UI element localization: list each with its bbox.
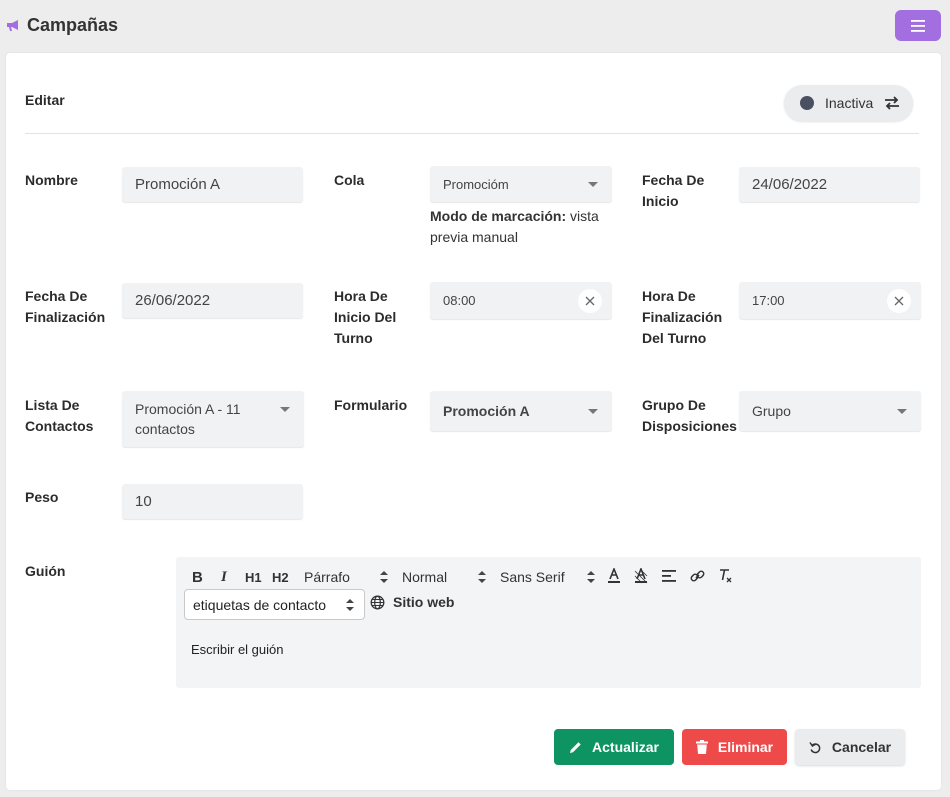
lista-contactos-value: Promoción A - 11 contactos — [135, 401, 241, 437]
clear-format-icon[interactable] — [718, 568, 733, 584]
hora-fin-input[interactable]: 17:00 — [739, 282, 921, 319]
grupo-disposiciones-select[interactable]: Grupo — [739, 391, 921, 431]
nombre-label: Nombre — [25, 172, 78, 188]
update-button[interactable]: Actualizar — [554, 729, 674, 765]
status-toggle[interactable]: Inactiva — [784, 85, 913, 121]
fecha-inicio-label: Fecha De Inicio — [642, 172, 705, 209]
size-select[interactable]: Normal — [402, 569, 486, 585]
pencil-icon — [570, 741, 581, 753]
trash-icon — [695, 740, 708, 754]
fecha-inicio-input[interactable]: 24/06/2022 — [739, 167, 920, 202]
close-icon — [894, 296, 904, 305]
fecha-fin-input[interactable]: 26/06/2022 — [122, 283, 303, 318]
size-select-value: Normal — [402, 569, 448, 585]
link-icon[interactable] — [690, 569, 705, 584]
chevron-down-icon — [588, 182, 598, 187]
chevron-down-icon — [897, 409, 907, 414]
delete-button-label: Eliminar — [717, 739, 774, 755]
fecha-fin-label: Fecha De Finalización — [25, 288, 106, 325]
hora-inicio-input[interactable]: 08:00 — [430, 282, 612, 319]
top-bar: Campañas — [0, 0, 950, 52]
contact-tags-select[interactable]: etiquetas de contacto — [184, 589, 365, 620]
text-color-icon[interactable] — [607, 568, 621, 584]
peso-input[interactable]: 10 — [122, 484, 303, 519]
peso-label: Peso — [25, 489, 59, 505]
heading2-button[interactable]: H2 — [272, 570, 289, 585]
lista-contactos-label: Lista De Contactos — [25, 397, 94, 434]
contact-tags-value: etiquetas de contacto — [193, 596, 327, 613]
divider — [25, 133, 919, 134]
align-icon[interactable] — [662, 570, 676, 582]
script-editor-content[interactable]: Escribir el guión — [191, 642, 284, 657]
paragraph-select-value: Párrafo — [304, 569, 350, 585]
undo-icon — [809, 741, 821, 753]
updown-caret-icon — [380, 571, 388, 583]
status-dot — [800, 96, 814, 110]
font-select[interactable]: Sans Serif — [500, 569, 595, 585]
globe-icon — [370, 595, 385, 609]
hora-inicio-value: 08:00 — [443, 293, 476, 308]
clear-hora-inicio-button[interactable] — [578, 288, 602, 313]
nombre-input[interactable]: Promoción A — [122, 167, 303, 202]
bold-button[interactable]: B — [192, 569, 203, 586]
updown-caret-icon — [346, 598, 354, 611]
hora-fin-label: Hora De Finalización Del Turno — [642, 288, 723, 346]
cancel-button[interactable]: Cancelar — [795, 729, 905, 765]
update-button-label: Actualizar — [592, 739, 659, 755]
font-select-value: Sans Serif — [500, 569, 565, 585]
hora-inicio-label: Hora De Inicio Del Turno — [334, 288, 397, 346]
background-color-icon[interactable] — [634, 568, 648, 584]
cola-select-value: Promocióm — [443, 176, 509, 192]
italic-button[interactable]: I — [221, 569, 227, 586]
megaphone-icon — [7, 20, 18, 31]
menu-button[interactable] — [895, 10, 941, 41]
grupo-disposiciones-label: Grupo De Disposiciones — [642, 397, 737, 434]
campaign-edit-card: Editar Inactiva Nombre Promoción A Cola … — [6, 53, 941, 790]
updown-caret-icon — [587, 571, 595, 583]
cola-label: Cola — [334, 172, 365, 188]
form-title: Editar — [25, 92, 65, 108]
formulario-select[interactable]: Promoción A — [430, 391, 612, 431]
grupo-disposiciones-value: Grupo — [752, 403, 791, 419]
page-title: Campañas — [27, 15, 119, 35]
formulario-label: Formulario — [334, 397, 408, 413]
delete-button[interactable]: Eliminar — [682, 729, 787, 765]
swap-arrows-icon — [885, 96, 900, 110]
clear-hora-fin-button[interactable] — [887, 288, 911, 313]
status-label: Inactiva — [825, 95, 874, 111]
close-icon — [585, 296, 595, 305]
dial-mode-hint-label: Modo de marcación: — [430, 208, 567, 224]
updown-caret-icon — [478, 571, 486, 583]
dial-mode-hint: Modo de marcación: vista previa manual — [430, 206, 605, 248]
lista-contactos-select[interactable]: Promoción A - 11 contactos — [122, 391, 304, 447]
chevron-down-icon — [280, 407, 290, 412]
cola-select[interactable]: Promocióm — [430, 166, 612, 202]
formulario-value: Promoción A — [443, 403, 530, 419]
heading1-button[interactable]: H1 — [245, 570, 262, 585]
script-editor: B I H1 H2 Párrafo Normal Sans Serif etiq… — [176, 557, 921, 688]
website-button[interactable]: Sitio web — [370, 594, 454, 610]
paragraph-select[interactable]: Párrafo — [304, 569, 388, 585]
website-label: Sitio web — [393, 594, 455, 610]
hora-fin-value: 17:00 — [752, 293, 785, 308]
cancel-button-label: Cancelar — [831, 739, 892, 755]
hamburger-menu-icon — [911, 19, 925, 32]
guion-label: Guión — [25, 563, 66, 579]
chevron-down-icon — [588, 409, 598, 414]
